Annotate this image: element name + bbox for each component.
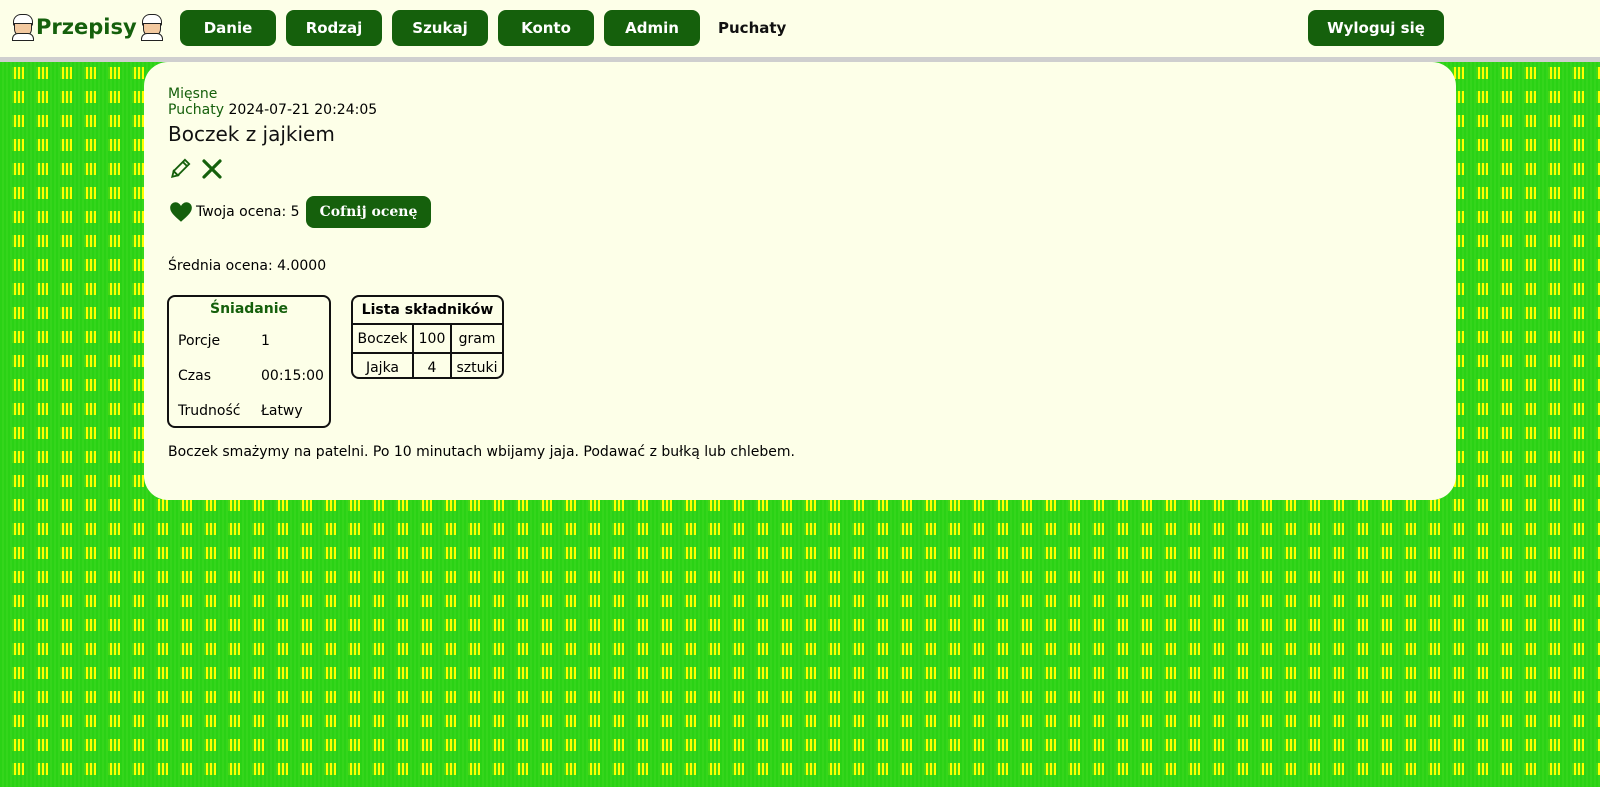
recipe-author-line: Puchaty 2024-07-21 20:24:05 bbox=[168, 102, 377, 118]
current-user-link[interactable]: Puchaty bbox=[718, 19, 786, 37]
ingredient-name: Jajka bbox=[353, 354, 414, 377]
recipe-actions bbox=[168, 157, 224, 181]
info-key: Czas bbox=[178, 368, 211, 384]
site-logo[interactable]: Przepisy bbox=[10, 14, 163, 41]
recipe-title: Boczek z jajkiem bbox=[168, 122, 335, 146]
ingredient-amount: 4 bbox=[414, 354, 452, 377]
recipe-card: Mięsne Puchaty 2024-07-21 20:24:05 Bocze… bbox=[144, 62, 1456, 500]
your-rating-text: Twoja ocena: 5 bbox=[196, 204, 300, 220]
nav-button-szukaj[interactable]: Szukaj bbox=[392, 10, 488, 46]
info-value: Łatwy bbox=[261, 403, 303, 419]
info-row-difficulty: Trudność Łatwy bbox=[178, 403, 303, 419]
info-key: Porcje bbox=[178, 333, 221, 349]
table-row: Boczek 100 gram bbox=[353, 325, 502, 352]
nav-button-admin[interactable]: Admin bbox=[604, 10, 700, 46]
ingredient-unit: sztuki bbox=[456, 359, 498, 376]
recipe-author-link[interactable]: Puchaty bbox=[168, 102, 224, 118]
logo-text: Przepisy bbox=[36, 15, 137, 39]
chef-icon bbox=[139, 14, 163, 41]
undo-rating-button[interactable]: Cofnij ocenę bbox=[305, 196, 432, 228]
ingredients-title: Lista składników bbox=[353, 297, 502, 325]
chef-icon bbox=[10, 14, 34, 41]
rating-row: Twoja ocena: 5 Cofnij ocenę bbox=[168, 196, 432, 228]
average-rating-text: Średnia ocena: 4.0000 bbox=[168, 258, 327, 274]
info-value: 1 bbox=[261, 333, 270, 349]
info-key: Trudność bbox=[178, 403, 241, 419]
ingredient-unit: gram bbox=[458, 330, 496, 347]
recipe-info-box: Śniadanie Porcje 1 Czas 00:15:00 Trudność Ł… bbox=[167, 295, 331, 428]
pencil-icon[interactable] bbox=[168, 157, 192, 181]
logout-button[interactable]: Wyloguj się bbox=[1308, 10, 1444, 46]
nav-button-konto[interactable]: Konto bbox=[498, 10, 594, 46]
info-row-time: Czas 00:15:00 bbox=[178, 368, 324, 384]
ingredient-name: Boczek bbox=[353, 325, 414, 352]
ingredient-amount: 100 bbox=[414, 325, 452, 352]
meal-type-label: Śniadanie bbox=[209, 301, 289, 317]
nav-button-rodzaj[interactable]: Rodzaj bbox=[286, 10, 382, 46]
top-navigation-bar: Przepisy Danie Rodzaj Szukaj Konto Admin… bbox=[0, 0, 1600, 62]
nav-button-danie[interactable]: Danie bbox=[180, 10, 276, 46]
recipe-category-link[interactable]: Mięsne bbox=[168, 86, 217, 102]
heart-icon[interactable] bbox=[168, 199, 194, 225]
info-value: 00:15:00 bbox=[261, 368, 324, 384]
close-icon[interactable] bbox=[200, 157, 224, 181]
info-row-portions: Porcje 1 bbox=[178, 333, 270, 349]
recipe-description: Boczek smażymy na patelni. Po 10 minutac… bbox=[168, 444, 796, 460]
ingredients-table: Lista składników Boczek 100 gram Jajka 4… bbox=[351, 295, 504, 379]
table-row: Jajka 4 sztuki bbox=[353, 352, 502, 377]
recipe-date: 2024-07-21 20:24:05 bbox=[228, 102, 378, 118]
